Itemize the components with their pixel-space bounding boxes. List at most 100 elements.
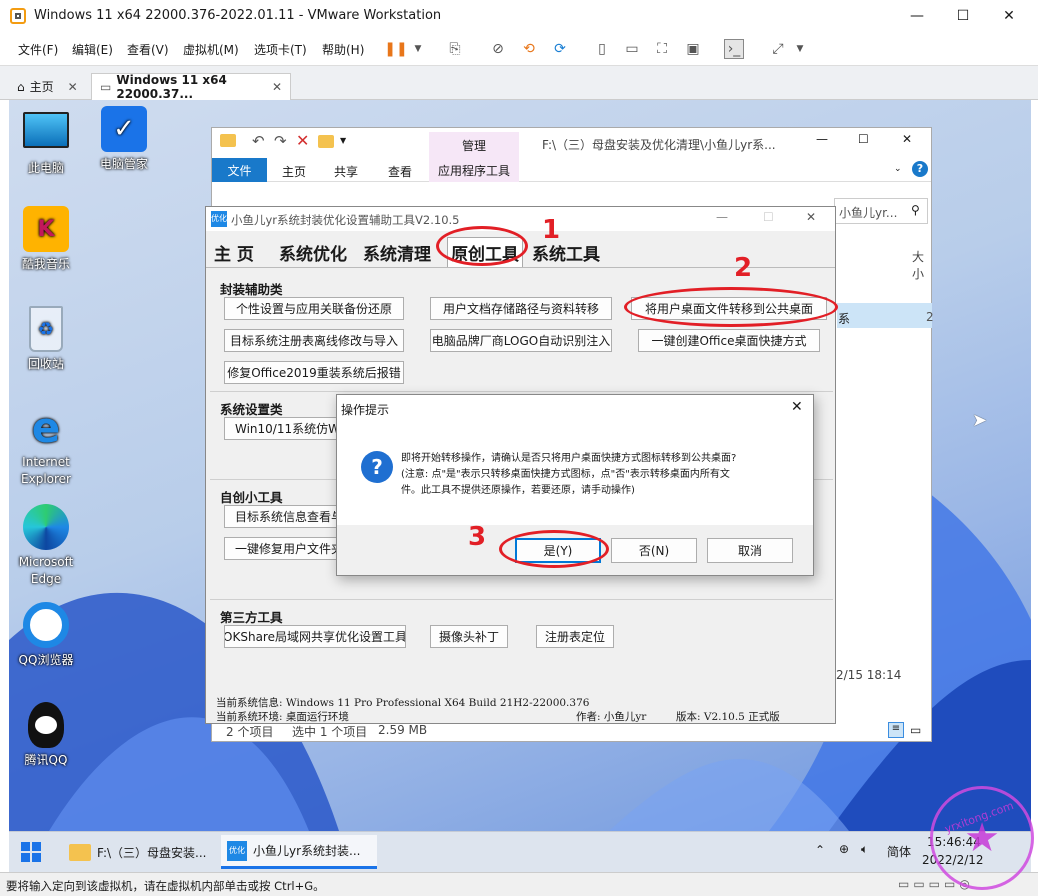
maximize-button[interactable]: ☐ bbox=[858, 132, 869, 146]
search-icon: ⚲ bbox=[911, 203, 920, 217]
taskbar-item-tool[interactable]: 优化 小鱼儿yr系统封装... bbox=[221, 835, 377, 869]
close-button[interactable]: ✕ bbox=[806, 210, 816, 224]
cancel-button[interactable]: 取消 bbox=[707, 538, 793, 563]
row-size-fragment: 2 bbox=[926, 310, 934, 324]
console-view-icon[interactable]: ›_ bbox=[724, 39, 744, 59]
redo-icon[interactable]: ↷ bbox=[274, 132, 287, 150]
start-icon[interactable] bbox=[21, 842, 41, 862]
chevron-down-icon[interactable]: ▼ bbox=[340, 136, 346, 145]
tab-vm[interactable]: ▭ Windows 11 x64 22000.37... ✕ bbox=[91, 73, 291, 101]
close-button[interactable]: ✕ bbox=[986, 0, 1032, 32]
help-icon[interactable]: ? bbox=[912, 161, 928, 177]
menu-file[interactable]: 文件(F) bbox=[18, 41, 58, 58]
backup-restore-button[interactable]: 个性设置与应用关联备份还原 bbox=[224, 297, 404, 320]
unity-icon[interactable]: ▣ bbox=[683, 39, 703, 59]
office-fix-button[interactable]: 修复Office2019重装系统后报错 bbox=[224, 361, 404, 384]
tab-home[interactable]: 主 页 bbox=[214, 240, 254, 265]
large-icons-view-icon[interactable]: ▭ bbox=[910, 723, 921, 737]
close-icon[interactable]: ✕ bbox=[68, 80, 78, 94]
tab-home[interactable]: ⌂ 主页 ✕ bbox=[9, 73, 87, 100]
dialog-message-3: 件。此工具不提供还原操作，若要还原，请手动操作) bbox=[401, 485, 635, 496]
menu-vm[interactable]: 虚拟机(M) bbox=[183, 41, 239, 58]
kuwo-music-icon: K bbox=[23, 206, 69, 252]
ribbon-tab-file[interactable]: 文件 bbox=[212, 158, 267, 182]
tab-vm-label: Windows 11 x64 22000.37... bbox=[116, 73, 227, 101]
menu-edit[interactable]: 编辑(E) bbox=[72, 41, 113, 58]
delete-icon[interactable]: ✕ bbox=[296, 131, 309, 150]
ribbon-tab-share[interactable]: 共享 bbox=[334, 163, 358, 180]
desktop-icon-qq-browser[interactable]: QQ浏览器 bbox=[9, 602, 83, 669]
ribbon-tab-home[interactable]: 主页 bbox=[282, 163, 306, 180]
stretch-icon[interactable]: ⤢ bbox=[768, 39, 788, 59]
site-watermark: ★ yrxitong.com bbox=[930, 786, 1034, 890]
chevron-down-icon[interactable]: ▼ bbox=[408, 39, 428, 59]
network-icon[interactable]: ⊕ bbox=[839, 842, 849, 856]
item-count: 2 个项目 bbox=[226, 725, 274, 739]
user-docs-path-button[interactable]: 用户文档存储路径与资料转移 bbox=[430, 297, 612, 320]
minimize-button[interactable]: — bbox=[894, 0, 940, 32]
desktop-icon-kuwo[interactable]: K 酷我音乐 bbox=[9, 206, 83, 273]
snapshot-manager-icon[interactable]: ⟳ bbox=[550, 39, 570, 59]
camera-patch-button[interactable]: 摄像头补丁 bbox=[430, 625, 508, 648]
row-name-fragment: 系 bbox=[838, 312, 851, 326]
maximize-button[interactable]: ☐ bbox=[940, 0, 986, 32]
desktop-icon-qq[interactable]: 腾讯QQ bbox=[9, 702, 83, 769]
close-button[interactable]: ✕ bbox=[791, 399, 803, 415]
tab-system-optimize[interactable]: 系统优化 bbox=[279, 240, 347, 265]
oem-logo-button[interactable]: 电脑品牌厂商LOGO自动识别注入 bbox=[430, 329, 612, 352]
no-button[interactable]: 否(N) bbox=[611, 538, 697, 563]
tool-title: 小鱼儿yr系统封装优化设置辅助工具V2.10.5 bbox=[231, 213, 460, 227]
desktop-icon-pc-manager[interactable]: ✓ 电脑管家 bbox=[87, 106, 161, 173]
system-info-button[interactable]: 目标系统信息查看与 bbox=[224, 505, 344, 528]
snapshot-icon[interactable]: ⊘ bbox=[488, 39, 508, 59]
thumbnail-icon[interactable]: ▭ bbox=[622, 39, 642, 59]
selected-file-row[interactable] bbox=[837, 303, 932, 328]
details-view-icon[interactable]: ≡ bbox=[888, 722, 904, 738]
taskbar-item-explorer[interactable]: F:\（三）母盘安装... bbox=[63, 835, 219, 869]
menu-help[interactable]: 帮助(H) bbox=[322, 41, 364, 58]
offline-registry-button[interactable]: 目标系统注册表离线修改与导入 bbox=[224, 329, 404, 352]
search-box[interactable]: 小鱼儿yr... ⚲ bbox=[834, 198, 928, 224]
menu-tabs[interactable]: 选项卡(T) bbox=[254, 41, 307, 58]
annotation-circle-yes bbox=[499, 530, 609, 568]
speaker-icon[interactable]: 🔈︎ bbox=[861, 842, 868, 857]
annotation-number: 2 bbox=[734, 253, 753, 283]
chevron-down-icon[interactable]: ⌄ bbox=[894, 164, 902, 174]
desktop-icon-label: Microsoft Edge bbox=[18, 555, 74, 586]
chevron-down-icon[interactable]: ▼ bbox=[790, 39, 810, 59]
okshare-button[interactable]: OKShare局域网共享优化设置工具 bbox=[224, 625, 406, 648]
registry-locate-button[interactable]: 注册表定位 bbox=[536, 625, 614, 648]
office-shortcut-button[interactable]: 一键创建Office桌面快捷方式 bbox=[638, 329, 820, 352]
chevron-up-icon[interactable]: ⌃ bbox=[815, 843, 825, 857]
desktop-icon-edge[interactable]: Microsoft Edge bbox=[9, 504, 83, 588]
folder-icon[interactable] bbox=[318, 135, 334, 148]
tab-system-clean[interactable]: 系统清理 bbox=[363, 240, 431, 265]
desktop-icon-recycle-bin[interactable]: ♻ 回收站 bbox=[9, 306, 83, 373]
revert-snapshot-icon[interactable]: ⟲ bbox=[519, 39, 539, 59]
desktop-icon-ie[interactable]: e Internet Explorer bbox=[9, 404, 83, 488]
send-keys-icon[interactable]: ⎘ bbox=[445, 39, 465, 59]
full-screen-icon[interactable]: ⛶ bbox=[652, 39, 672, 59]
input-language[interactable]: 简体 bbox=[887, 843, 911, 860]
size-column-header[interactable]: 大小 bbox=[912, 248, 931, 282]
manage-tab[interactable]: 管理 bbox=[429, 132, 519, 158]
ribbon-tab-app-tools[interactable]: 应用程序工具 bbox=[429, 158, 519, 182]
minimize-button[interactable]: — bbox=[816, 132, 828, 146]
question-icon: ? bbox=[361, 451, 393, 483]
ribbon-tab-view[interactable]: 查看 bbox=[388, 163, 412, 180]
computer-icon bbox=[23, 112, 69, 148]
close-button[interactable]: ✕ bbox=[902, 132, 912, 146]
undo-icon[interactable]: ↶ bbox=[252, 132, 265, 150]
repair-user-folder-button[interactable]: 一键修复用户文件夹 bbox=[224, 537, 344, 560]
library-icon[interactable]: ▯ bbox=[592, 39, 612, 59]
dialog-message-1: 即将开始转移操作，请确认是否只将用户桌面快捷方式图标转移到公共桌面? bbox=[401, 453, 737, 464]
minimize-button[interactable]: — bbox=[716, 210, 728, 224]
desktop-icon-label: 电脑管家 bbox=[99, 157, 148, 171]
maximize-button[interactable]: ☐ bbox=[763, 210, 774, 224]
section-third-party: 第三方工具 bbox=[220, 610, 283, 625]
menu-view[interactable]: 查看(V) bbox=[127, 41, 169, 58]
desktop-icon-this-pc[interactable]: 此电脑 bbox=[9, 108, 83, 177]
close-icon[interactable]: ✕ bbox=[272, 80, 282, 94]
win-imitate-button[interactable]: Win10/11系统仿Win bbox=[224, 417, 344, 440]
pause-icon[interactable]: ❚❚ bbox=[384, 39, 407, 59]
